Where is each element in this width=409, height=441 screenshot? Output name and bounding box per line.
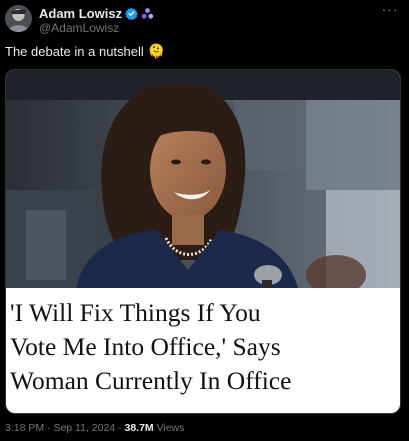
- views-count: 38.7M: [124, 422, 154, 434]
- more-icon[interactable]: ···: [381, 2, 399, 18]
- views-label: Views: [156, 422, 185, 434]
- melting-face-emoji: 🫠: [147, 43, 166, 59]
- affiliate-icon[interactable]: [141, 7, 154, 20]
- tweet-date[interactable]: Sep 11, 2024: [53, 422, 115, 434]
- meta-separator: ·: [47, 422, 51, 434]
- tweet-meta: 3:18 PM · Sep 11, 2024 · 38.7M Views: [5, 422, 184, 434]
- tweet-media[interactable]: 'I Will Fix Things If You Vote Me Into O…: [5, 69, 401, 414]
- headline-line-2: Vote Me Into Office,' Says: [10, 332, 281, 361]
- avatar[interactable]: [5, 5, 32, 32]
- headline-line-3: Woman Currently In Office: [10, 366, 292, 395]
- tweet-time[interactable]: 3:18 PM: [5, 422, 44, 434]
- tweet: Adam Lowisz @AdamLowisz ··· The debate i…: [0, 0, 409, 441]
- name-row: Adam Lowisz: [39, 5, 154, 21]
- tweet-text: The debate in a nutshell 🫠: [5, 43, 165, 60]
- headline: 'I Will Fix Things If You Vote Me Into O…: [6, 296, 400, 398]
- handle[interactable]: @AdamLowisz: [39, 21, 119, 35]
- headline-line-1: 'I Will Fix Things If You: [10, 298, 261, 327]
- verified-icon: [125, 7, 138, 20]
- display-name[interactable]: Adam Lowisz: [39, 6, 122, 21]
- meta-separator: ·: [118, 422, 122, 434]
- photo: [6, 70, 400, 288]
- tweet-text-content: The debate in a nutshell: [5, 44, 144, 59]
